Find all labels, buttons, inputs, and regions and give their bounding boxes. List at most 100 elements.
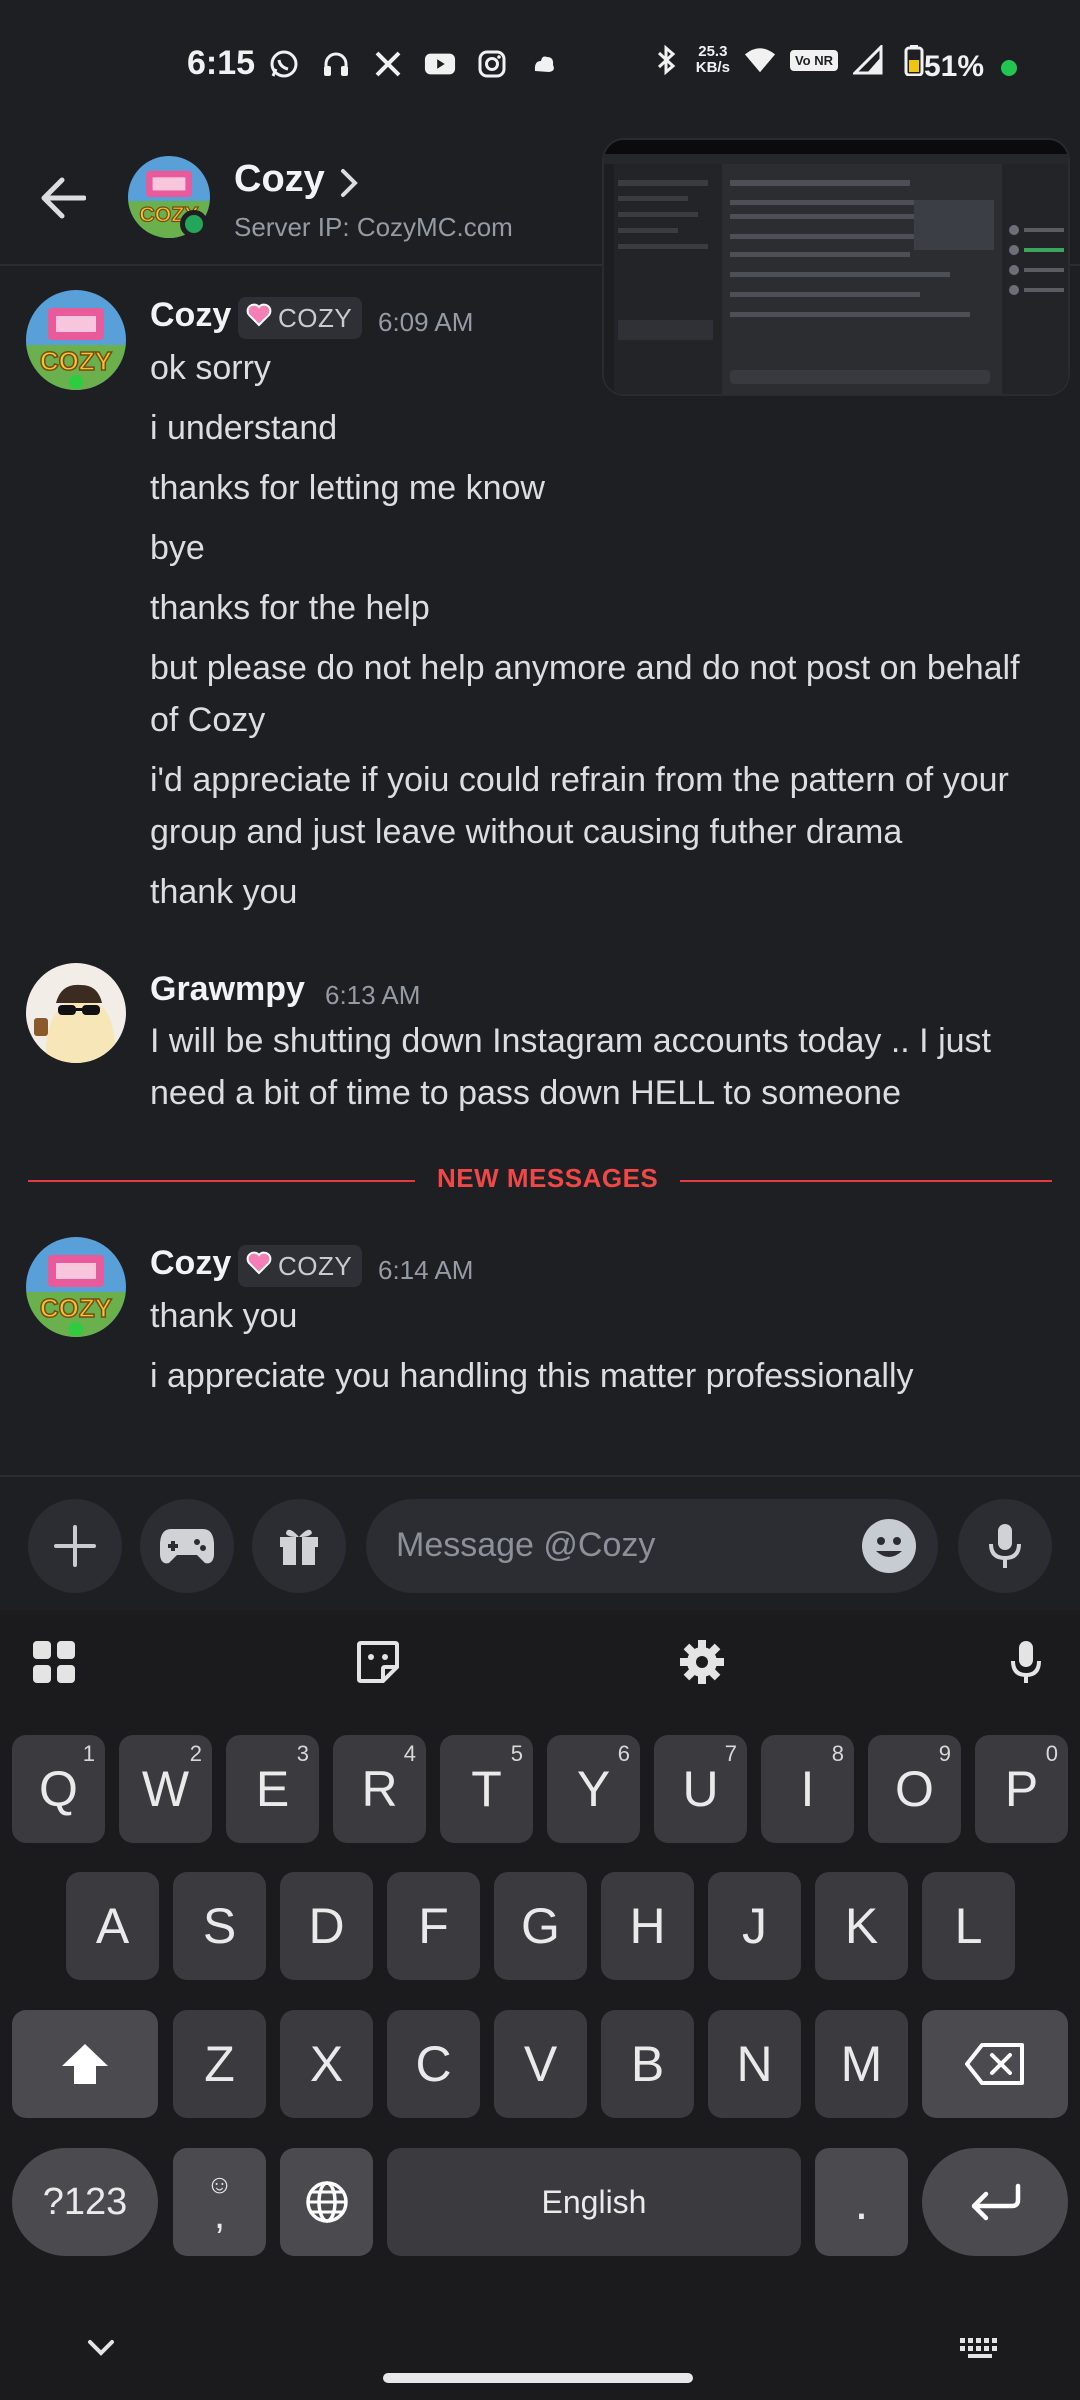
space-bar[interactable]: English	[387, 2148, 801, 2256]
youtube-icon	[424, 48, 456, 80]
whatsapp-icon	[268, 48, 300, 80]
message-input[interactable]: Message @Cozy	[366, 1499, 938, 1593]
instagram-icon	[476, 48, 508, 80]
key-j[interactable]: J	[708, 1872, 801, 1980]
apps-grid-icon[interactable]	[30, 1638, 78, 1686]
plus-icon	[54, 1525, 96, 1567]
key-n[interactable]: N	[708, 2010, 801, 2118]
key-s[interactable]: S	[173, 1872, 266, 1980]
wifi-icon	[744, 44, 776, 76]
app-notification-icon	[528, 48, 560, 80]
author-name[interactable]: Cozy	[150, 296, 231, 335]
message-text: ok sorry	[150, 349, 271, 387]
key-x[interactable]: X	[280, 2010, 373, 2118]
settings-gear-icon[interactable]	[678, 1638, 726, 1686]
key-i[interactable]: I8	[761, 1735, 854, 1843]
key-p[interactable]: P0	[975, 1735, 1068, 1843]
message-text: thank you	[150, 1297, 298, 1335]
key-a[interactable]: A	[66, 1872, 159, 1980]
avatar[interactable]: COZY	[26, 1237, 126, 1337]
vonr-indicator: Vo NR	[789, 49, 838, 71]
heart-icon	[246, 1251, 272, 1282]
key-h[interactable]: H	[601, 1872, 694, 1980]
language-key[interactable]	[280, 2148, 373, 2256]
signal-icon	[852, 44, 884, 76]
keyboard-mic-icon[interactable]	[1002, 1638, 1050, 1686]
key-m[interactable]: M	[815, 2010, 908, 2118]
new-messages-label: NEW MESSAGES	[415, 1163, 681, 1194]
message-text: thank you	[150, 873, 298, 911]
home-gesture-bar[interactable]	[383, 2373, 693, 2383]
symbols-key[interactable]: ?123	[12, 2148, 158, 2256]
activities-button[interactable]	[140, 1499, 234, 1593]
avatar[interactable]: COZY	[26, 290, 126, 390]
enter-key[interactable]	[922, 2148, 1068, 2256]
battery-percent: 51%	[924, 50, 985, 83]
header-title[interactable]: Cozy	[234, 158, 325, 201]
avatar[interactable]	[26, 963, 126, 1063]
notification-icons	[268, 48, 560, 80]
enter-arrow-icon	[971, 2183, 1021, 2221]
back-arrow-icon[interactable]	[40, 176, 87, 225]
add-attachment-button[interactable]	[28, 1499, 122, 1593]
message-text: i appreciate you handling this matter pr…	[150, 1357, 914, 1395]
message-text: thanks for the help	[150, 589, 430, 627]
net-speed: 25.3 KB/s	[695, 43, 730, 76]
emoji-icon[interactable]	[862, 1519, 916, 1573]
shift-key[interactable]	[12, 2010, 158, 2118]
key-q[interactable]: Q1	[12, 1735, 105, 1843]
message-composer: Message @Cozy	[0, 1475, 1080, 1610]
key-t[interactable]: T5	[440, 1735, 533, 1843]
backspace-key[interactable]	[922, 2010, 1068, 2118]
bluetooth-icon	[650, 44, 682, 76]
keyboard-toolbar	[0, 1610, 1080, 1715]
key-b[interactable]: B	[601, 2010, 694, 2118]
gift-icon	[280, 1529, 318, 1565]
key-v[interactable]: V	[494, 2010, 587, 2118]
keyboard-switch-icon[interactable]	[958, 2336, 1002, 2365]
hide-keyboard-chevron-icon[interactable]	[86, 2338, 116, 2363]
x-twitter-icon	[372, 48, 404, 80]
svg-text:COZY: COZY	[40, 1293, 112, 1323]
message-placeholder: Message @Cozy	[396, 1526, 656, 1564]
gift-button[interactable]	[252, 1499, 346, 1593]
online-status-dot	[180, 210, 208, 238]
status-time: 6:15	[187, 44, 256, 82]
svg-text:COZY: COZY	[40, 346, 112, 376]
key-g[interactable]: G	[494, 1872, 587, 1980]
key-o[interactable]: O9	[868, 1735, 961, 1843]
key-u[interactable]: U7	[654, 1735, 747, 1843]
heart-icon	[246, 303, 272, 334]
key-f[interactable]: F	[387, 1872, 480, 1980]
key-k[interactable]: K	[815, 1872, 908, 1980]
message-text: i'd appreciate if yoiu could refrain fro…	[150, 761, 1009, 851]
key-l[interactable]: L	[922, 1872, 1015, 1980]
timestamp: 6:14 AM	[378, 1255, 474, 1285]
voice-message-button[interactable]	[958, 1499, 1052, 1593]
key-z[interactable]: Z	[173, 2010, 266, 2118]
privacy-indicator-dot	[1001, 60, 1017, 76]
server-tag[interactable]: COZY	[238, 297, 363, 339]
on-screen-keyboard: Q1 W2 E3 R4 T5 Y6 U7 I8 O9 P0 A S D F G …	[0, 1610, 1080, 2400]
author-name[interactable]: Grawmpy	[150, 970, 305, 1009]
key-e[interactable]: E3	[226, 1735, 319, 1843]
microphone-icon	[989, 1524, 1021, 1568]
timestamp: 6:09 AM	[378, 307, 474, 337]
message-text: I will be shutting down Instagram accoun…	[150, 1022, 991, 1112]
tag-label: COZY	[278, 1250, 353, 1281]
key-c[interactable]: C	[387, 2010, 480, 2118]
message-text: i understand	[150, 409, 338, 447]
message-text: but please do not help anymore and do no…	[150, 649, 1020, 739]
chevron-right-icon[interactable]	[340, 168, 358, 203]
key-w[interactable]: W2	[119, 1735, 212, 1843]
period-key[interactable]: .	[815, 2148, 908, 2256]
emoji-comma-key[interactable]: ☺ ,	[173, 2148, 266, 2256]
server-tag[interactable]: COZY	[238, 1245, 363, 1287]
navigation-bar	[0, 2310, 1080, 2400]
author-name[interactable]: Cozy	[150, 1244, 231, 1283]
shift-arrow-icon	[62, 2044, 108, 2084]
sticker-icon[interactable]	[354, 1638, 402, 1686]
key-r[interactable]: R4	[333, 1735, 426, 1843]
key-y[interactable]: Y6	[547, 1735, 640, 1843]
key-d[interactable]: D	[280, 1872, 373, 1980]
